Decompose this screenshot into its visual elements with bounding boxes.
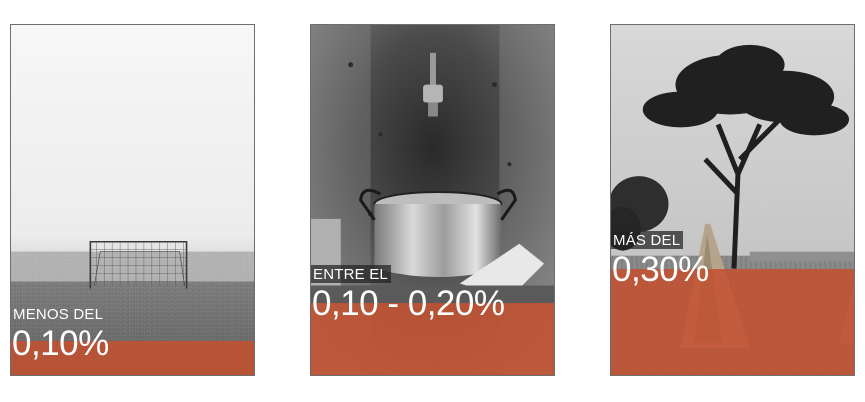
percentage-value: 0,10 - 0,20% — [312, 284, 505, 323]
percentage-value: 0,10% — [12, 324, 109, 363]
percentage-label: MÁS DEL 0,30% — [611, 231, 709, 287]
percentage-card-high: MÁS DEL 0,30% — [610, 24, 855, 376]
percentage-label: ENTRE EL 0,10 - 0,20% — [311, 265, 505, 323]
prefix-text: MÁS DEL — [611, 231, 684, 249]
percentage-value: 0,30% — [612, 250, 709, 289]
prefix-text: MENOS DEL — [13, 306, 104, 323]
percentage-card-low: MENOS DEL 0,10% — [10, 24, 255, 376]
percentage-label: MENOS DEL 0,10% — [11, 305, 109, 361]
percentage-card-mid: ENTRE EL 0,10 - 0,20% — [310, 24, 555, 376]
prefix-text: ENTRE EL — [311, 265, 391, 283]
